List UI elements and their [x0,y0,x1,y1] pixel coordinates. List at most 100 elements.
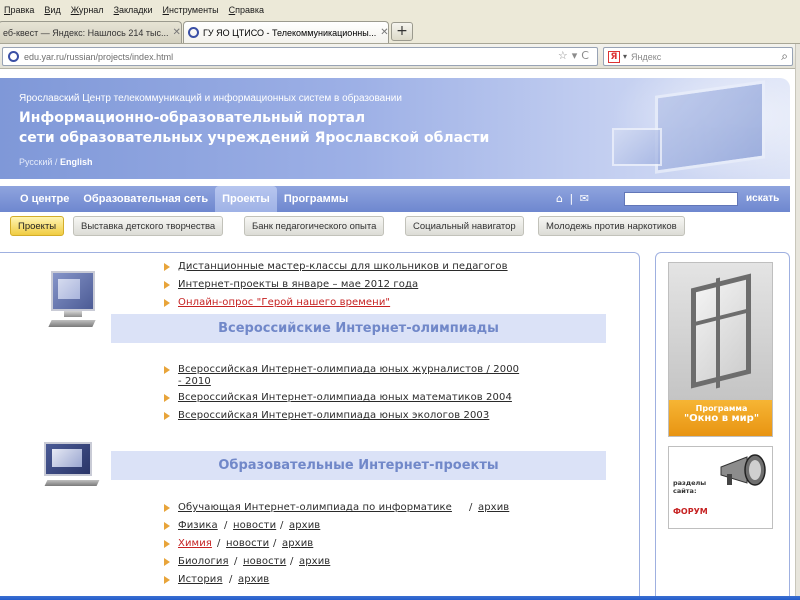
close-icon[interactable]: ✕ [380,27,388,38]
language-switcher: Русский / English [19,157,92,167]
nav-tools: ⌂ | ✉ [556,186,589,212]
link-chemistry[interactable]: Химия [178,538,212,549]
subnav-item-anti-drugs[interactable]: Молодежь против наркотиков [538,216,685,236]
scrollbar[interactable] [795,44,800,600]
program-window-banner[interactable]: Программа "Окно в мир" [668,262,773,437]
site-header: Ярославский Центр телекоммуникаций и инф… [0,78,790,179]
home-icon[interactable]: ⌂ [556,192,563,205]
program-banner-label[interactable]: Программа "Окно в мир" [669,400,772,436]
chevron-down-icon[interactable]: ▾ [623,52,627,61]
bullet-icon [164,366,170,374]
bullet-icon [164,412,170,420]
link-olympiad-journalists[interactable]: Всероссийская Интернет-олимпиада юных жу… [178,364,519,375]
new-tab-button[interactable]: + [391,22,413,41]
forum-caption-line2: сайта: [673,487,697,495]
link-olympiad-ecology[interactable]: Всероссийская Интернет-олимпиада юных эк… [178,410,489,421]
mail-icon[interactable]: ✉ [580,192,589,205]
window-frame-icon [691,273,751,389]
browser-navbar: edu.yar.ru/russian/projects/index.html ☆… [0,44,800,69]
nav-item-programs[interactable]: Программы [277,186,355,212]
link-news[interactable]: новости [226,538,269,549]
tab-yandex-search[interactable]: еб-квест — Яндекс: Нашлось 214 тыс... ✕ [0,21,182,43]
yandex-icon[interactable]: Я [608,50,620,63]
link-biology[interactable]: Биология [178,556,229,567]
bullet-icon [164,281,170,289]
link-archive[interactable]: архив [238,574,269,585]
menu-tools[interactable]: Инструменты [163,5,219,15]
search-placeholder: Яндекс [631,51,662,62]
forum-caption-line1: разделы [673,479,707,487]
section-header-olympiads: Всероссийские Интернет-олимпиады [111,314,606,343]
subnav-item-projects[interactable]: Проекты [10,216,65,236]
page-title-line1: Информационно-образовательный портал [19,110,366,126]
link-separator: / [290,556,294,567]
link-archive[interactable]: архив [282,538,313,549]
header-monitor-image [655,80,765,174]
bullet-icon [164,558,170,566]
nav-item-about[interactable]: О центре [13,186,76,212]
search-button[interactable]: искать [746,186,779,212]
link-projects-2012[interactable]: Интернет-проекты в январе – мае 2012 год… [178,279,418,290]
header-subtitle: Ярославский Центр телекоммуникаций и инф… [19,93,402,104]
bullet-icon [164,504,170,512]
link-informatics-olympiad[interactable]: Обучающая Интернет-олимпиада по информат… [178,502,452,513]
link-olympiad-journalists-cont[interactable]: - 2010 [178,376,211,387]
lang-english[interactable]: English [60,157,93,167]
bullet-icon [164,540,170,548]
address-bar[interactable]: edu.yar.ru/russian/projects/index.html ☆… [2,47,598,66]
nav-item-projects[interactable]: Проекты [215,186,277,212]
link-archive[interactable]: архив [299,556,330,567]
main-content: Дистанционные мастер-классы для школьник… [0,252,640,600]
computer-illustration [42,442,104,488]
search-icon[interactable]: ⌕ [781,49,788,64]
url-text: edu.yar.ru/russian/projects/index.html [24,51,174,62]
bookmark-star-icon[interactable]: ☆▾C [558,49,593,62]
site-search-input[interactable] [624,192,738,206]
link-separator: / [280,520,284,531]
os-taskbar [0,596,800,600]
subnav-item-navigator[interactable]: Социальный навигатор [405,216,524,236]
section-title: Образовательные Интернет-проекты [218,458,499,473]
header-monitor-image [612,128,662,166]
link-online-poll[interactable]: Онлайн-опрос "Герой нашего времени" [178,297,390,308]
tab-portal[interactable]: ГУ ЯО ЦТИСО - Телекоммуникационны... ✕ [183,21,389,43]
close-icon[interactable]: ✕ [172,27,180,38]
menu-history[interactable]: Журнал [71,5,104,15]
menu-edit[interactable]: Правка [4,5,34,15]
subnav-item-exhibition[interactable]: Выставка детского творчества [73,216,224,236]
link-physics[interactable]: Физика [178,520,218,531]
link-news[interactable]: новости [243,556,286,567]
nav-item-network[interactable]: Образовательная сеть [76,186,215,212]
forum-banner[interactable]: разделы сайта: ФОРУМ [668,446,773,529]
program-label-line1: Программа [695,404,748,413]
section-header-projects: Образовательные Интернет-проекты [111,451,606,480]
menu-bookmarks[interactable]: Закладки [114,5,153,15]
link-master-classes[interactable]: Дистанционные мастер-классы для школьник… [178,261,508,272]
lang-russian[interactable]: Русский [19,157,52,167]
program-label-line2: "Окно в мир" [683,413,760,424]
link-history[interactable]: История [178,574,222,585]
menu-view[interactable]: Вид [44,5,60,15]
right-sidebar: Программа "Окно в мир" разделы сайта: ФО… [655,252,790,600]
link-separator: / [217,538,221,549]
link-news[interactable]: новости [233,520,276,531]
site-identity-icon[interactable] [8,51,19,62]
tab-label: ГУ ЯО ЦТИСО - Телекоммуникационны... [203,27,377,38]
link-olympiad-math[interactable]: Всероссийская Интернет-олимпиада юных ма… [178,392,512,403]
browser-search-box[interactable]: Я ▾ Яндекс ⌕ [603,47,793,66]
bullet-icon [164,263,170,271]
bullet-icon [164,299,170,307]
section-title: Всероссийские Интернет-олимпиады [218,321,499,336]
browser-menubar: Правка Вид Журнал Закладки Инструменты С… [0,0,800,19]
link-archive[interactable]: архив [478,502,509,513]
menu-help[interactable]: Справка [229,5,264,15]
computer-illustration [42,271,104,335]
link-separator: / [224,520,228,531]
bullet-icon [164,522,170,530]
page-title-line2: сети образовательных учреждений Ярославс… [19,130,490,146]
forum-link[interactable]: ФОРУМ [673,507,708,516]
bullet-icon [164,394,170,402]
link-archive[interactable]: архив [289,520,320,531]
lang-separator: / [54,157,58,167]
subnav-item-bank[interactable]: Банк педагогического опыта [244,216,385,236]
